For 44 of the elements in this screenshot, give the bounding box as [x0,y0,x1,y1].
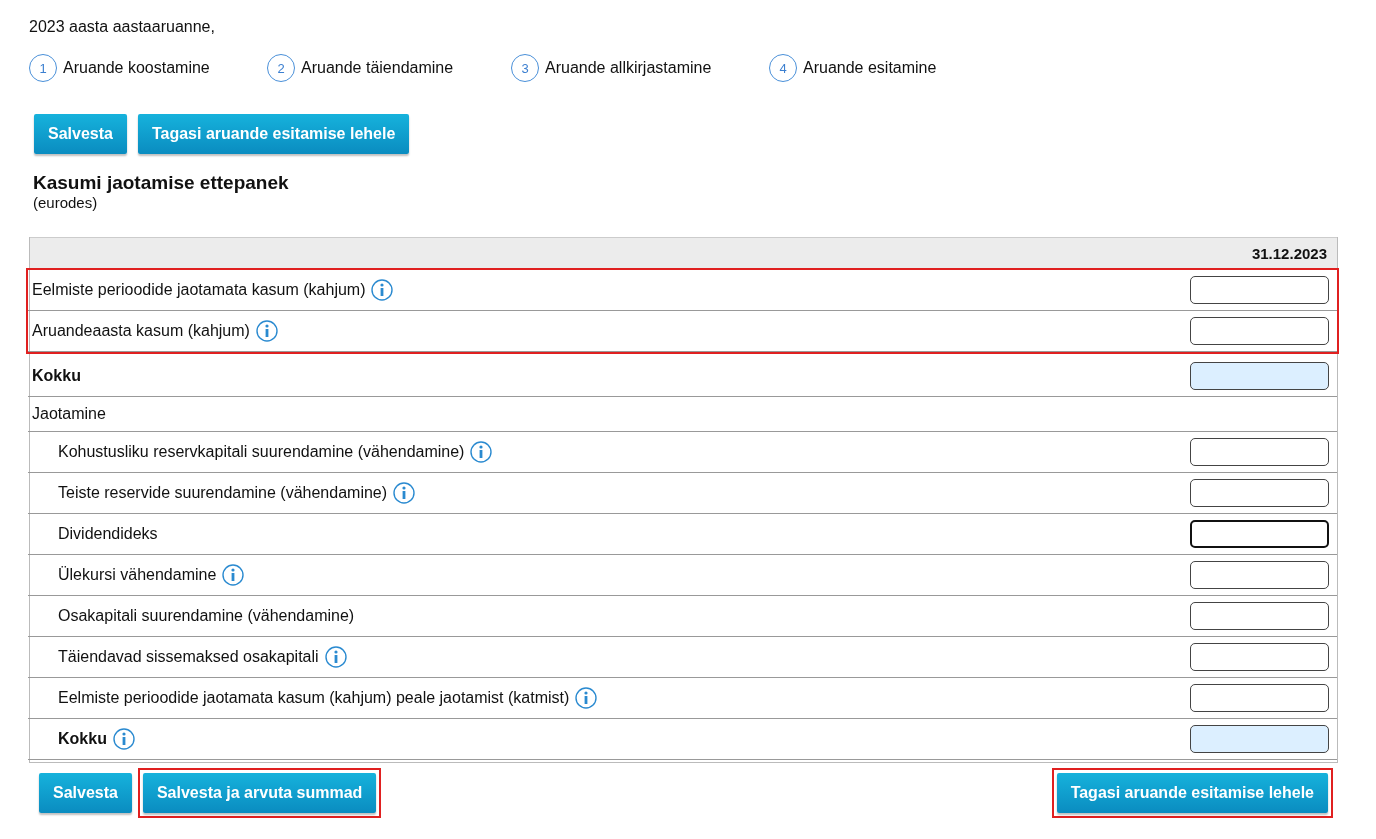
row-label: Dividendideks [58,525,158,543]
action-button[interactable]: Tagasi aruande esitamise lehele [137,114,410,154]
action-button[interactable]: Salvesta [39,773,132,813]
info-icon[interactable] [222,564,245,586]
info-icon[interactable] [393,482,416,504]
step-label: Aruande esitamine [803,59,937,77]
amount-field[interactable] [1190,602,1329,630]
amount-field[interactable] [1190,643,1329,671]
group-label: Jaotamine [32,405,106,423]
row-label: Teiste reservide suurendamine (vähendamine) [58,484,388,502]
report-title: 2023 aasta aastaaruanne, [29,18,216,36]
section-title: Kasumi jaotamise ettepanek [33,172,290,194]
amount-field[interactable] [1190,684,1329,712]
info-icon[interactable] [470,441,493,463]
row-label: Kohustusliku reservkapitali suurendamine (vähendamine) [58,443,465,461]
action-button[interactable]: Salvesta [34,114,127,154]
row-label: Ülekursi vähendamine [58,566,217,584]
amount-field[interactable] [1190,520,1329,548]
amount-field[interactable] [1190,276,1329,304]
row-label: Osakapitali suurendamine (vähendamine) [58,607,355,625]
info-icon[interactable] [575,687,598,709]
info-icon[interactable] [255,320,278,342]
amount-field[interactable] [1190,561,1329,589]
column-header: 31.12.2023 [1251,244,1327,262]
row-label: Aruandeaasta kasum (kahjum) [32,322,250,340]
unit-label: (eurodes) [33,194,99,211]
row-label: Täiendavad sissemaksed osakapitali [58,648,319,666]
action-button[interactable]: Salvesta ja arvuta summad [142,773,377,813]
info-icon[interactable] [371,279,394,301]
row-label: Kokku [58,730,107,748]
amount-field[interactable] [1190,438,1329,466]
amount-field[interactable] [1190,725,1329,753]
amount-field[interactable] [1190,362,1329,390]
action-button[interactable]: Tagasi aruande esitamise lehele [1056,773,1328,813]
amount-field[interactable] [1190,317,1329,345]
amount-field[interactable] [1190,479,1329,507]
step-label: Aruande koostamine [63,59,210,77]
row-label: Kokku [32,367,81,385]
step-label: Aruande allkirjastamine [545,59,712,77]
row-label: Eelmiste perioodide jaotamata kasum (kahjum) [32,281,366,299]
step-label: Aruande täiendamine [301,59,454,77]
info-icon[interactable] [324,646,347,668]
row-label: Eelmiste perioodide jaotamata kasum (kahjum) peale jaotamist (katmist) [58,689,570,707]
info-icon[interactable] [112,728,135,750]
